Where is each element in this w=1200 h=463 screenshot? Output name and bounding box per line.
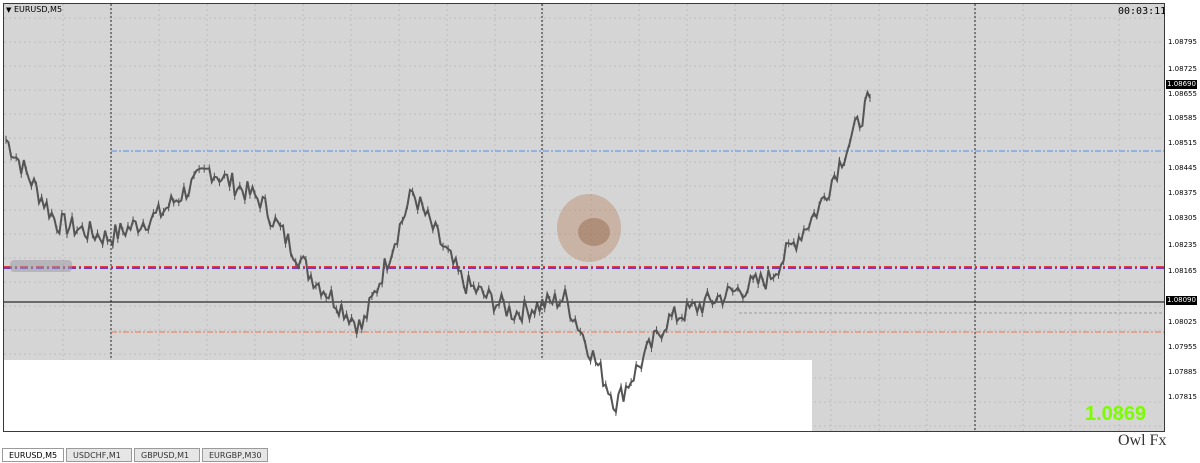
- dropdown-triangle-icon[interactable]: ▼: [6, 6, 11, 14]
- price-tick-label: 1.08375: [1168, 189, 1197, 197]
- owl-pupil-watermark-icon: [578, 218, 610, 246]
- price-tick-label: 1.08165: [1168, 267, 1197, 275]
- level-price-label: 1.08090: [1166, 296, 1197, 305]
- current-price-label: 1.08690: [1166, 80, 1197, 89]
- tab-eurgbp-m30[interactable]: EURGBP,M30: [202, 448, 268, 462]
- blurred-label: [10, 260, 72, 272]
- price-tick-label: 1.07955: [1168, 343, 1197, 351]
- price-tick-label: 1.08025: [1168, 318, 1197, 326]
- price-tick-label: 1.08585: [1168, 114, 1197, 122]
- price-tick-label: 1.07815: [1168, 393, 1197, 401]
- big-price-display: 1.0869: [1085, 403, 1147, 425]
- price-tick-label: 1.08445: [1168, 164, 1197, 172]
- price-tick-label: 1.08725: [1168, 65, 1197, 73]
- tab-usdchf-m1[interactable]: USDCHF,M1: [66, 448, 132, 462]
- price-tick-label: 1.08515: [1168, 139, 1197, 147]
- price-tick-label: 1.07885: [1168, 368, 1197, 376]
- price-tick-label: 1.08305: [1168, 214, 1197, 222]
- price-tick-label: 1.08655: [1168, 90, 1197, 98]
- brand-watermark: Owl Fx: [1118, 432, 1167, 449]
- chart-window[interactable]: 8 May 20208 May 20:458 May 23:2511 May 0…: [0, 0, 1200, 450]
- chart-canvas: 8 May 20208 May 20:458 May 23:2511 May 0…: [4, 4, 1164, 431]
- tab-gbpusd-m1[interactable]: GBPUSD,M1: [134, 448, 200, 462]
- symbol-title: ▼ EURUSD,M5: [6, 5, 62, 14]
- blank-panel: [4, 360, 812, 431]
- price-scale[interactable]: 1.08795 1.08725 1.08655 1.08585 1.08515 1.084…: [1165, 3, 1200, 432]
- tab-eurusd-m5[interactable]: EURUSD,M5: [2, 448, 64, 462]
- candle-timer: 00:03:11: [1118, 6, 1167, 17]
- price-chart[interactable]: 8 May 20208 May 20:458 May 23:2511 May 0…: [3, 3, 1165, 432]
- price-tick-label: 1.08795: [1168, 38, 1197, 46]
- symbol-title-text: EURUSD,M5: [13, 5, 63, 14]
- price-tick-label: 1.08235: [1168, 241, 1197, 249]
